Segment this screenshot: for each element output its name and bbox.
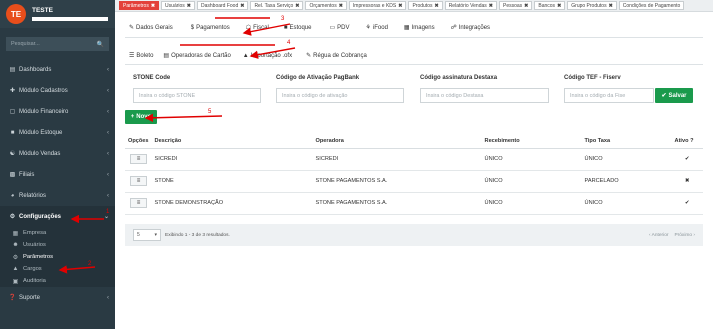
- annotation-number-2: 2: [88, 261, 92, 267]
- annotation-number-4: 4: [287, 40, 291, 46]
- annotation-number-3: 3: [281, 16, 285, 22]
- annotation-arrow-5: [144, 113, 223, 123]
- annotation-number-5: 5: [208, 109, 212, 115]
- annotation-arrow-4b: [249, 47, 296, 59]
- annotation-arrow-3b: [242, 23, 291, 36]
- annotation-arrow-2: [58, 265, 96, 274]
- annotation-number-1: 1: [106, 209, 110, 215]
- annotation-overlay: 1 2 3 4 5: [58, 16, 296, 274]
